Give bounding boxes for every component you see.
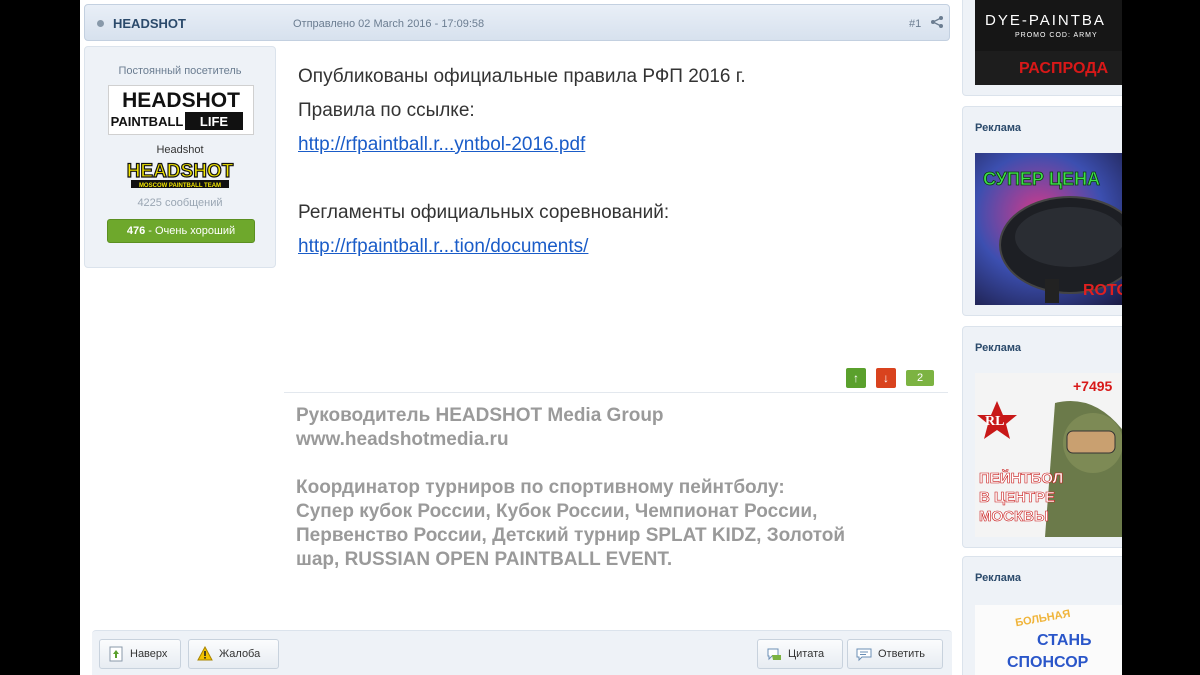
signature-line: Супер кубок России, Кубок России, Чемпио… — [296, 501, 818, 522]
post-text-line: Регламенты официальных соревнований: — [298, 202, 670, 223]
message-count: 4225 сообщений — [137, 197, 223, 209]
avatar[interactable]: HEADSHOT PAINTBALL LIFE — [108, 85, 254, 135]
avatar-text-life: LIFE — [200, 114, 228, 129]
post-number-link[interactable]: #1 — [909, 18, 921, 30]
ad-text: СТАНЬ — [1037, 632, 1092, 649]
team-logo-subtext: MOSCOW PAINTBALL TEAM — [139, 183, 221, 189]
author-info-panel: Постоянный посетитель HEADSHOT PAINTBALL… — [84, 46, 276, 268]
share-icon[interactable] — [930, 15, 944, 29]
member-rank: Постоянный посетитель — [118, 65, 242, 77]
post-date: Отправлено 02 March 2016 - 17:09:58 — [293, 18, 485, 30]
back-to-top-label: Наверх — [130, 648, 168, 660]
sidebar-block-title: Реклама — [975, 342, 1022, 354]
sidebar-block-title: Реклама — [975, 122, 1022, 134]
signature: Руководитель HEADSHOT Media Group www.he… — [296, 404, 956, 572]
ad-text: СУПЕР ЦЕНА — [983, 169, 1100, 189]
team-logo-text: HEADSHOT — [127, 161, 234, 182]
username-link[interactable]: Headshot — [85, 144, 275, 156]
signature-line: Руководитель HEADSHOT Media Group — [296, 405, 664, 426]
quote-button[interactable]: Цитата — [757, 639, 843, 669]
reply-label: Ответить — [878, 648, 926, 660]
paintball-moscow-ad[interactable]: RL +7495 ПЕЙНТБОЛ В ЦЕНТРЕ МОСКВЫ — [975, 373, 1122, 537]
quote-icon — [767, 648, 781, 661]
ad-text: PROMO COD: ARMY — [1015, 32, 1098, 39]
svg-text:RL: RL — [985, 414, 1004, 429]
post-controls: Наверх Жалоба Цитата Ответить — [92, 630, 952, 675]
post-text-line: Правила по ссылке: — [298, 100, 475, 121]
ad-text: +7495 — [1073, 378, 1113, 394]
post-header: HEADSHOT Отправлено 02 March 2016 - 17:0… — [84, 4, 950, 41]
post-content: Опубликованы официальные правила РФП 201… — [298, 60, 938, 264]
ad-text: СПОНСОР — [1007, 654, 1089, 671]
warning-icon — [197, 646, 213, 661]
avatar-text-headshot: HEADSHOT — [122, 89, 240, 112]
ad-text: ROTO — [1083, 282, 1122, 299]
online-status-dot — [97, 20, 104, 27]
signature-line: Координатор турниров по спортивному пейн… — [296, 477, 785, 498]
sponsor-ad[interactable]: БОЛЬНАЯ СТАНЬ СПОНСОР — [975, 605, 1122, 675]
signature-divider — [284, 392, 948, 393]
ad-text: DYE-PAINTBA — [985, 12, 1106, 29]
ad-text: ПЕЙНТБОЛ — [979, 469, 1063, 487]
vote-down-button[interactable]: ↓ — [876, 368, 896, 388]
ad-text: МОСКВЫ — [979, 508, 1049, 525]
page-up-icon — [109, 646, 123, 662]
avatar-text-paintball: PAINTBALL — [111, 114, 184, 129]
rules-pdf-link[interactable]: http://rfpaintball.r...yntbol-2016.pdf — [298, 134, 585, 155]
reputation-badge[interactable]: 476 - Очень хороший — [107, 219, 255, 243]
forum-page: HEADSHOT Отправлено 02 March 2016 - 17:0… — [80, 0, 1122, 675]
documents-link[interactable]: http://rfpaintball.r...tion/documents/ — [298, 236, 588, 257]
sidebar-block-title: Реклама — [975, 572, 1022, 584]
post-text-line: Опубликованы официальные правила РФП 201… — [298, 66, 746, 87]
signature-line: шар, RUSSIAN OPEN PAINTBALL EVENT. — [296, 549, 673, 570]
vote-up-button[interactable]: ↑ — [846, 368, 866, 388]
report-button[interactable]: Жалоба — [188, 639, 279, 669]
rating-count[interactable]: 2 — [906, 370, 934, 386]
post-author-link[interactable]: HEADSHOT — [113, 16, 186, 31]
team-logo: HEADSHOT MOSCOW PAINTBALL TEAM — [125, 159, 235, 189]
signature-line: Первенство России, Детский турнир SPLAT … — [296, 525, 846, 546]
report-label: Жалоба — [219, 648, 261, 660]
sidebar-ad-block: Реклама RL +7495 ПЕЙНТБОЛ В ЦЕНТРЕ МОСКВ… — [962, 326, 1122, 548]
ad-text: РАСПРОДА — [1019, 60, 1109, 77]
sidebar-ad-block: DYE-PAINTBA PROMO COD: ARMY РАСПРОДА — [962, 0, 1122, 96]
reply-button[interactable]: Ответить — [847, 639, 943, 669]
ad-text: В ЦЕНТРЕ — [979, 489, 1055, 506]
sidebar-ad-block: Реклама СУПЕР ЦЕНА ROTO — [962, 106, 1122, 316]
reply-icon — [856, 648, 872, 662]
quote-label: Цитата — [788, 648, 825, 660]
back-to-top-button[interactable]: Наверх — [99, 639, 181, 669]
dye-paintball-ad[interactable]: DYE-PAINTBA PROMO COD: ARMY РАСПРОДА — [975, 0, 1122, 85]
reputation-value: 476 — [126, 225, 146, 237]
super-price-ad[interactable]: СУПЕР ЦЕНА ROTO — [975, 153, 1122, 305]
sidebar-ad-block: Реклама БОЛЬНАЯ СТАНЬ СПОНСОР — [962, 556, 1122, 675]
signature-line: www.headshotmedia.ru — [296, 429, 509, 450]
reputation-label: - Очень хороший — [148, 225, 236, 237]
